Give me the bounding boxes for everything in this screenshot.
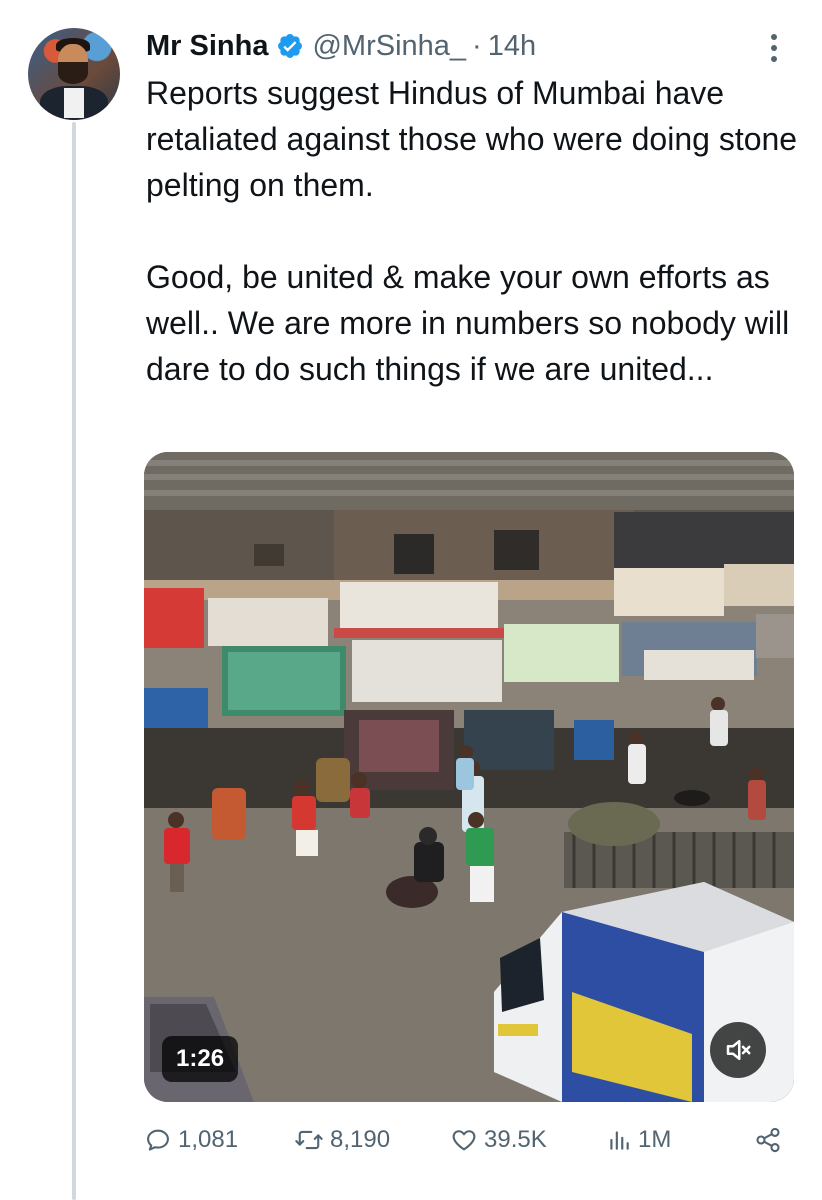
view-count: 1M (638, 1126, 672, 1153)
views-button[interactable]: 1M (606, 1118, 671, 1162)
tweet-paragraph-2: Good, be united & make your own efforts … (146, 259, 790, 387)
reply-button[interactable]: 1,081 (144, 1118, 238, 1162)
tweet-text: Reports suggest Hindus of Mumbai have re… (146, 70, 806, 392)
tweet-paragraph-1: Reports suggest Hindus of Mumbai have re… (146, 75, 798, 203)
author-name[interactable]: Mr Sinha (146, 30, 268, 63)
video-frame (144, 452, 794, 1102)
thread-line (72, 122, 76, 1200)
like-count: 39.5K (484, 1126, 547, 1153)
tweet-timestamp[interactable]: 14h (488, 30, 536, 63)
repost-button[interactable]: 8,190 (294, 1118, 390, 1162)
heart-icon (452, 1130, 476, 1151)
tweet-header: Mr Sinha @MrSinha_ · 14h (146, 26, 536, 66)
share-button[interactable] (754, 1118, 788, 1162)
repost-icon (295, 1130, 323, 1150)
reply-icon (147, 1129, 169, 1151)
separator: · (472, 29, 482, 62)
repost-count: 8,190 (330, 1126, 391, 1153)
verified-badge-icon (276, 32, 304, 60)
video-duration: 1:26 (162, 1036, 239, 1082)
speaker-muted-icon[interactable] (710, 1022, 766, 1078)
reply-count: 1,081 (178, 1126, 239, 1153)
video-player[interactable]: 1:26 (144, 452, 794, 1102)
like-button[interactable]: 39.5K (450, 1118, 547, 1162)
more-options-icon[interactable] (766, 28, 782, 68)
views-chart-icon (610, 1131, 629, 1150)
share-icon (756, 1127, 780, 1153)
avatar[interactable] (28, 28, 120, 120)
author-handle[interactable]: @MrSinha_ (312, 30, 466, 63)
tweet-actions: 1,081 8,190 39.5K 1M (144, 1118, 784, 1162)
